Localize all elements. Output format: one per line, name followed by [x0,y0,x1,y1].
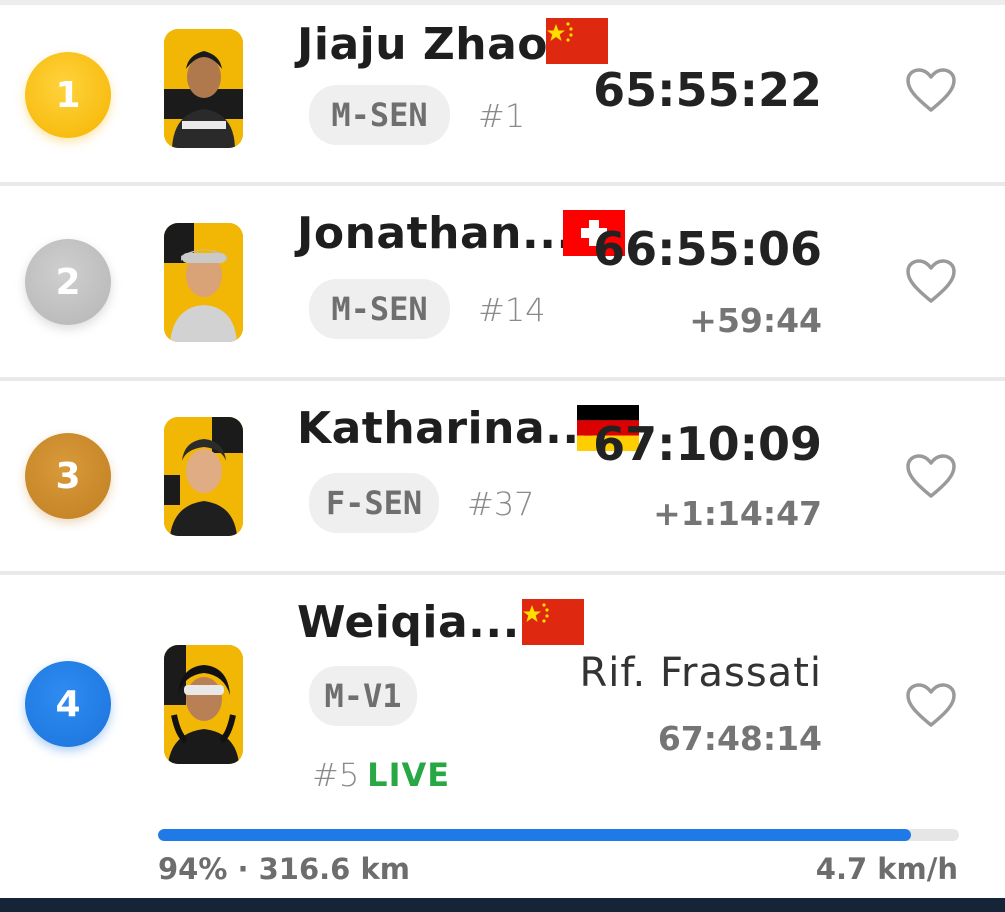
rank-badge-live: 4 [25,661,111,747]
progress-distance: 94% · 316.6 km [158,852,410,886]
rank-badge-gold: 1 [25,52,111,138]
favorite-heart-icon[interactable] [905,258,957,304]
rank-badge-bronze: 3 [25,433,111,519]
finish-time: 65:55:22 [593,63,822,117]
athlete-avatar[interactable] [164,645,243,764]
rank-number: 1 [55,74,81,116]
category-badge: M-SEN [309,85,450,145]
bottom-nav-edge [0,898,1005,912]
live-status-badge: LIVE [367,756,451,794]
avatar-photo [164,223,243,342]
athlete-row-1[interactable]: 1 Jiaju Zhao M-SEN #1 65:55:22 [0,5,1005,182]
athlete-name[interactable]: Jonathan... [297,208,574,259]
athlete-avatar[interactable] [164,29,243,148]
favorite-heart-icon[interactable] [905,682,957,728]
category-badge: F-SEN [309,473,439,533]
race-progress-fill [158,829,911,841]
avatar-photo [164,29,243,148]
athlete-name[interactable]: Jiaju Zhao [297,19,548,70]
athlete-avatar[interactable] [164,223,243,342]
bib-number: #14 [478,291,546,329]
bib-and-status: #5 LIVE [312,756,450,794]
bib-number: #37 [467,485,535,523]
athlete-row-4[interactable]: 4 Weiqia... M-V1 #5 LIVE Rif. Frassati 6… [0,575,1005,898]
finish-time: 66:55:06 [593,222,822,276]
favorite-heart-icon[interactable] [905,67,957,113]
rank-number: 2 [55,261,81,303]
bib-number: #5 [312,756,360,794]
current-location: Rif. Frassati [579,650,822,696]
avatar-photo [164,645,243,764]
finish-time: 67:10:09 [593,417,822,471]
rank-badge-silver: 2 [25,239,111,325]
flag-china-icon [546,18,608,64]
favorite-heart-icon[interactable] [905,453,957,499]
time-gap: +1:14:47 [653,494,822,533]
athlete-avatar[interactable] [164,417,243,536]
rank-number: 4 [55,683,81,725]
category-badge: M-V1 [309,666,417,726]
athlete-name[interactable]: Katharina... [297,403,597,454]
current-speed: 4.7 km/h [815,852,958,886]
time-gap: +59:44 [689,301,822,340]
rank-number: 3 [55,455,81,497]
bib-number: #1 [478,97,526,135]
elapsed-time: 67:48:14 [657,719,822,758]
leaderboard-list: 1 Jiaju Zhao M-SEN #1 65:55:22 2 Jonatha… [0,0,1005,912]
race-progress-bar [158,829,959,841]
flag-china-icon [522,599,584,645]
athlete-row-2[interactable]: 2 Jonathan... M-SEN #14 66:55:06 +59:44 [0,186,1005,377]
avatar-photo [164,417,243,536]
category-badge: M-SEN [309,279,450,339]
athlete-row-3[interactable]: 3 Katharina... F-SEN #37 67:10:09 +1:14:… [0,381,1005,571]
athlete-name[interactable]: Weiqia... [297,597,520,648]
